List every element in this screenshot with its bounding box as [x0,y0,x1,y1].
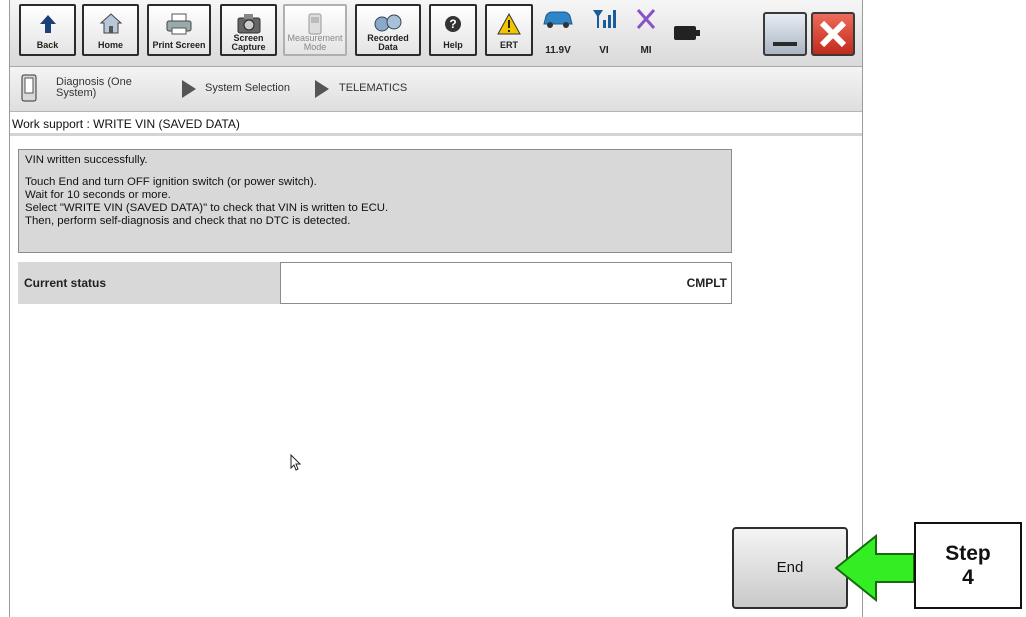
screen-capture-button[interactable]: Screen Capture [220,4,277,56]
step-callout: Step 4 [914,522,1022,609]
battery-voltage-indicator: 11.9V [538,6,578,56]
measurement-mode-button[interactable]: Measurement Mode [283,4,347,56]
help-icon: ? [431,11,475,37]
status-label: Current status [18,262,280,304]
home-icon [84,11,137,37]
step-word: Step [945,542,991,565]
back-arrow-icon [21,11,74,37]
message-line: Then, perform self-diagnosis and check t… [25,215,351,227]
warning-icon [487,11,531,37]
home-button[interactable]: Home [82,4,139,56]
signal-icon [587,6,621,37]
minimize-icon [773,42,797,46]
message-box: VIN written successfully. Touch End and … [18,149,732,253]
recorded-data-button[interactable]: Recorded Data [355,4,421,56]
message-line: VIN written successfully. [25,154,148,166]
breadcrumb-arrow-icon [182,80,196,98]
message-line: Wait for 10 seconds or more. [25,189,171,201]
minimize-button[interactable] [763,12,807,56]
mouse-cursor-icon [290,453,302,477]
toolbar: Back Home Print Screen Screen Capture Me… [10,0,862,67]
status-value: CMPLT [280,262,732,304]
ert-button[interactable]: ERT [485,4,533,56]
help-button[interactable]: ? Help [429,4,477,56]
page-title: Work support : WRITE VIN (SAVED DATA) [10,112,862,136]
message-line: Touch End and turn OFF ignition switch (… [25,176,317,188]
pointer-arrow-icon [834,533,915,603]
message-line: Select "WRITE VIN (SAVED DATA)" to check… [25,202,389,214]
breadcrumb-telematics[interactable]: TELEMATICS [339,82,407,94]
disconnected-x-icon [629,6,663,37]
mi-indicator: MI [629,6,663,56]
close-button[interactable] [811,12,855,56]
vi-indicator: VI [587,6,621,56]
message-line [25,167,725,176]
print-screen-button[interactable]: Print Screen [147,4,211,56]
breadcrumb-system-selection[interactable]: System Selection [205,82,290,94]
ecu-icon [21,74,37,107]
breadcrumb-diagnosis[interactable]: Diagnosis (One System) [56,77,146,99]
printer-icon [149,11,209,37]
back-button[interactable]: Back [19,4,76,56]
consult-window: Back Home Print Screen Screen Capture Me… [9,0,863,617]
step-number: 4 [962,566,974,589]
breadcrumb: Diagnosis (One System) System Selection … [10,67,862,112]
current-status-row: Current status CMPLT [18,262,732,304]
battery-icon [674,26,700,45]
car-icon [538,6,578,37]
close-icon [819,20,847,48]
breadcrumb-arrow-icon [315,80,329,98]
svg-text:?: ? [449,17,456,31]
